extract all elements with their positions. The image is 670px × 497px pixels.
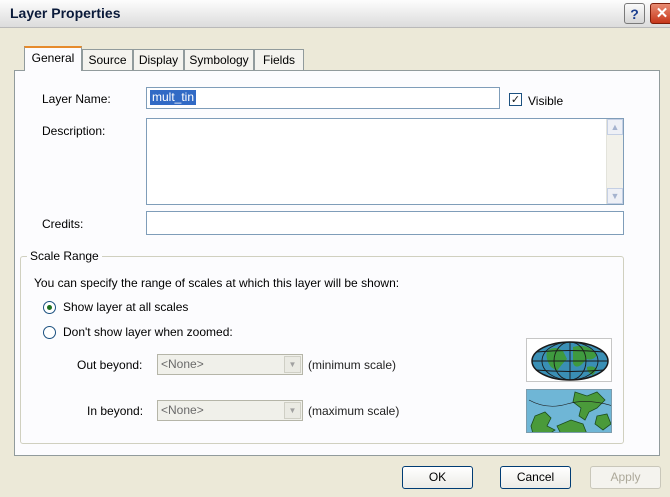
tab-symbology[interactable]: Symbology — [184, 49, 254, 70]
layer-name-label: Layer Name: — [42, 92, 111, 106]
help-icon: ? — [630, 6, 639, 22]
out-beyond-label: Out beyond: — [77, 358, 143, 372]
globe-scale-icon — [526, 338, 612, 382]
title-bar: Layer Properties ? ✕ — [0, 0, 670, 28]
radio-selected-dot — [47, 305, 52, 310]
scroll-up-icon[interactable]: ▲ — [607, 119, 623, 135]
description-scrollbar[interactable]: ▲ ▼ — [606, 119, 623, 204]
window-title: Layer Properties — [10, 5, 121, 21]
dropdown-arrow-icon[interactable]: ▼ — [284, 402, 301, 419]
map-scale-icon — [526, 389, 612, 433]
visible-label: Visible — [528, 94, 564, 108]
help-button[interactable]: ? — [624, 3, 645, 24]
description-label: Description: — [42, 124, 106, 138]
credits-label: Credits: — [42, 217, 84, 231]
dropdown-arrow-icon[interactable]: ▼ — [284, 356, 301, 373]
description-textarea[interactable]: ▲ ▼ — [146, 118, 624, 205]
tab-fields[interactable]: Fields — [254, 49, 304, 70]
close-icon: ✕ — [655, 5, 669, 22]
layer-name-input[interactable]: mult_tin — [146, 87, 500, 109]
scroll-down-icon[interactable]: ▼ — [607, 188, 623, 204]
in-beyond-value: <None> — [161, 403, 204, 417]
option-show-all-label: Show layer at all scales — [63, 300, 189, 314]
layer-name-value: mult_tin — [150, 90, 197, 105]
in-beyond-hint: (maximum scale) — [308, 404, 400, 418]
close-button[interactable]: ✕ — [650, 3, 670, 24]
out-beyond-value: <None> — [161, 357, 204, 371]
tab-display[interactable]: Display — [133, 49, 184, 70]
ok-button[interactable]: OK — [402, 466, 473, 489]
tab-general[interactable]: General — [24, 46, 82, 71]
radio-show-all-scales[interactable] — [43, 301, 56, 314]
tab-source[interactable]: Source — [82, 49, 133, 70]
out-beyond-hint: (minimum scale) — [308, 358, 397, 372]
in-beyond-label: In beyond: — [87, 404, 144, 418]
apply-button[interactable]: Apply — [590, 466, 661, 489]
scale-range-title: Scale Range — [27, 249, 102, 263]
option-zoomed-label: Don't show layer when zoomed: — [63, 325, 233, 339]
radio-dont-show-zoomed[interactable] — [43, 326, 56, 339]
in-beyond-select[interactable]: <None> ▼ — [157, 400, 303, 421]
check-icon: ✓ — [510, 93, 521, 106]
credits-input[interactable] — [146, 211, 624, 235]
out-beyond-select[interactable]: <None> ▼ — [157, 354, 303, 375]
scale-range-intro: You can specify the range of scales at w… — [34, 276, 400, 290]
visible-checkbox[interactable]: ✓ — [509, 93, 522, 106]
cancel-button[interactable]: Cancel — [500, 466, 571, 489]
